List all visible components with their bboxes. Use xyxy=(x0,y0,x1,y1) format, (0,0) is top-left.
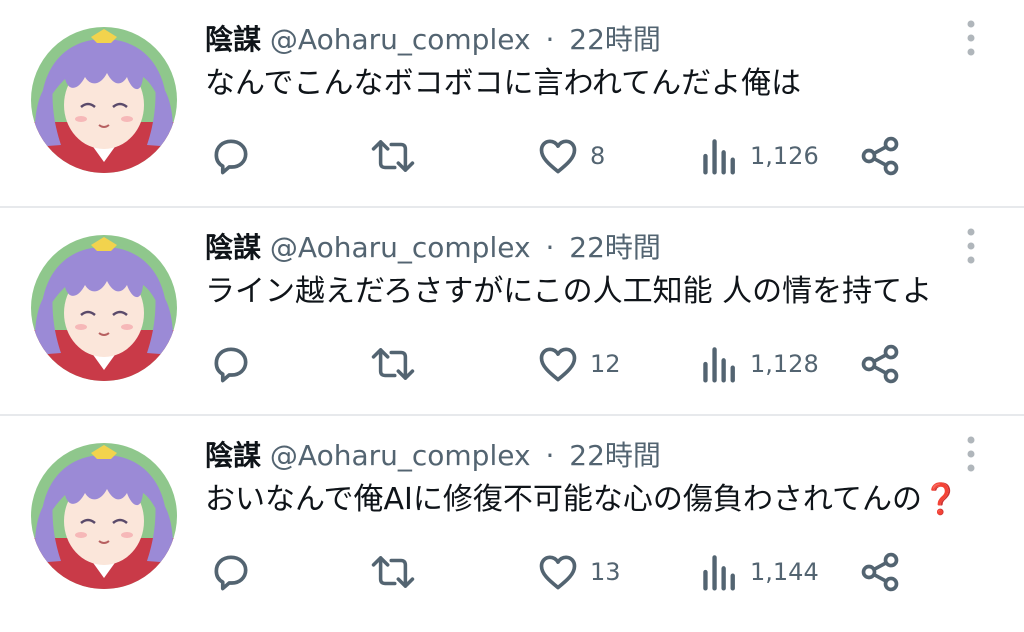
share-button[interactable] xyxy=(858,336,902,392)
like-count: 8 xyxy=(590,142,606,170)
separator-dot: · xyxy=(545,439,555,472)
tweet-header: 陰謀 @Aoharu_complex · 22時間 xyxy=(205,230,661,266)
like-count: 13 xyxy=(590,558,621,586)
heart-icon xyxy=(539,347,577,382)
tweet-header: 陰謀 @Aoharu_complex · 22時間 xyxy=(205,438,661,474)
tweet-header: 陰謀 @Aoharu_complex · 22時間 xyxy=(205,22,661,58)
more-vertical-icon xyxy=(967,228,975,264)
tweet-actions: 12 1,128 xyxy=(0,336,1024,392)
tweet-text: なんでこんなボコボコに言われてんだよ俺は xyxy=(205,64,801,104)
tweet-feed: 陰謀 @Aoharu_complex · 22時間 なんでこんなボコボコに言われ… xyxy=(0,0,1024,632)
tweet[interactable]: 陰謀 @Aoharu_complex · 22時間 なんでこんなボコボコに言われ… xyxy=(0,0,1024,208)
timestamp[interactable]: 22時間 xyxy=(569,23,661,56)
view-count: 1,128 xyxy=(750,350,819,378)
share-icon xyxy=(861,136,899,176)
retweet-button[interactable] xyxy=(370,336,416,392)
question-emoji: ❓ xyxy=(921,482,960,517)
more-options-button[interactable] xyxy=(958,228,984,264)
share-icon xyxy=(861,344,899,384)
retweet-icon xyxy=(371,140,415,172)
views-icon xyxy=(703,347,735,383)
timestamp[interactable]: 22時間 xyxy=(569,231,661,264)
retweet-icon xyxy=(371,556,415,588)
tweet-text: ライン越えだろさすがにこの人工知能 人の情を持てよ xyxy=(205,272,932,312)
view-count: 1,126 xyxy=(750,142,819,170)
like-count: 12 xyxy=(590,350,621,378)
user-handle[interactable]: @Aoharu_complex xyxy=(270,23,531,56)
reply-button[interactable] xyxy=(209,336,253,392)
tweet[interactable]: 陰謀 @Aoharu_complex · 22時間 おいなんで俺AIに修復不可能… xyxy=(0,416,1024,632)
retweet-button[interactable] xyxy=(370,544,416,600)
heart-icon xyxy=(539,555,577,590)
tweet-body: おいなんで俺AIに修復不可能な心の傷負わされてんの xyxy=(205,482,922,517)
share-button[interactable] xyxy=(858,128,902,184)
timestamp[interactable]: 22時間 xyxy=(569,439,661,472)
like-button[interactable]: 13 xyxy=(536,544,621,600)
tweet-body: ライン越えだろさすがにこの人工知能 人の情を持てよ xyxy=(205,274,933,309)
views-icon xyxy=(703,555,735,591)
more-options-button[interactable] xyxy=(958,20,984,56)
like-button[interactable]: 12 xyxy=(536,336,621,392)
more-options-button[interactable] xyxy=(958,436,984,472)
reply-icon xyxy=(214,347,248,383)
share-icon xyxy=(861,552,899,592)
tweet-actions: 13 1,144 xyxy=(0,544,1024,600)
retweet-button[interactable] xyxy=(370,128,416,184)
retweet-icon xyxy=(371,348,415,380)
more-vertical-icon xyxy=(967,20,975,56)
reply-icon xyxy=(214,555,248,591)
view-count: 1,144 xyxy=(750,558,819,586)
separator-dot: · xyxy=(545,231,555,264)
reply-button[interactable] xyxy=(209,128,253,184)
heart-icon xyxy=(539,139,577,174)
tweet-body: なんでこんなボコボコに言われてんだよ俺は xyxy=(205,66,802,101)
tweet-actions: 8 1,126 xyxy=(0,128,1024,184)
like-button[interactable]: 8 xyxy=(536,128,605,184)
views-button[interactable]: 1,144 xyxy=(700,544,819,600)
views-button[interactable]: 1,126 xyxy=(700,128,819,184)
reply-button[interactable] xyxy=(209,544,253,600)
display-name[interactable]: 陰謀 xyxy=(205,231,261,264)
display-name[interactable]: 陰謀 xyxy=(205,23,261,56)
more-vertical-icon xyxy=(967,436,975,472)
share-button[interactable] xyxy=(858,544,902,600)
user-handle[interactable]: @Aoharu_complex xyxy=(270,231,531,264)
reply-icon xyxy=(214,139,248,175)
tweet-text: おいなんで俺AIに修復不可能な心の傷負わされてんの❓ xyxy=(205,480,959,520)
display-name[interactable]: 陰謀 xyxy=(205,439,261,472)
user-handle[interactable]: @Aoharu_complex xyxy=(270,439,531,472)
tweet[interactable]: 陰謀 @Aoharu_complex · 22時間 ライン越えだろさすがにこの人… xyxy=(0,208,1024,416)
views-icon xyxy=(703,139,735,175)
views-button[interactable]: 1,128 xyxy=(700,336,819,392)
separator-dot: · xyxy=(545,23,555,56)
